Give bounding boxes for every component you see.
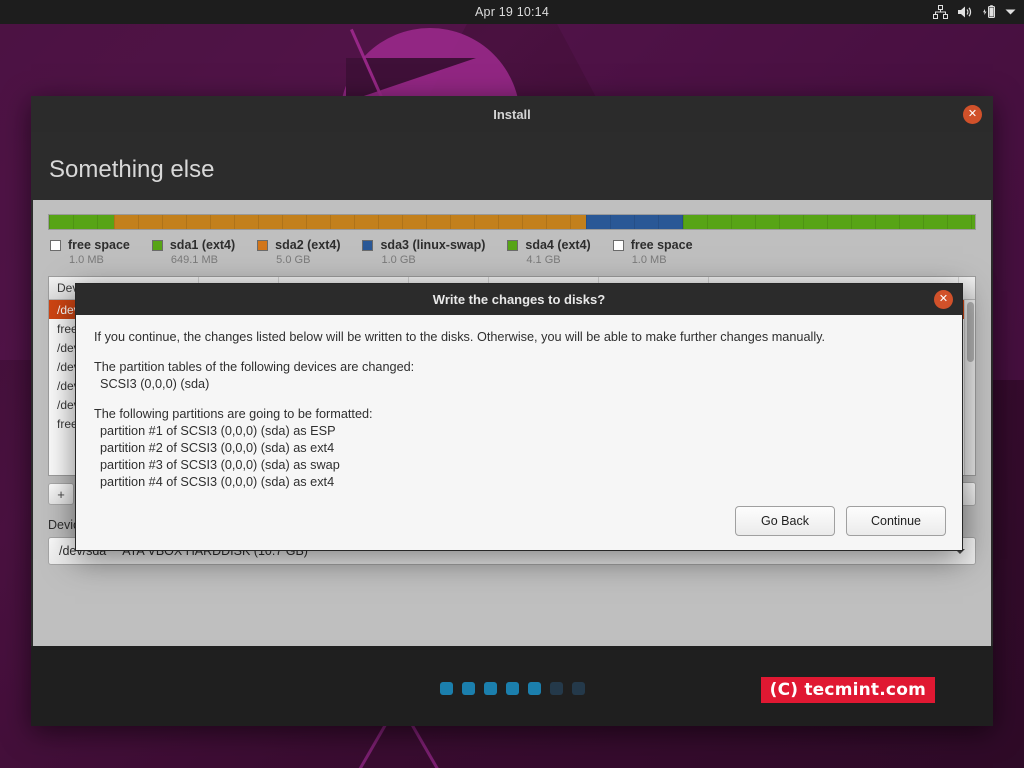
top-panel: Apr 19 10:14: [0, 0, 1024, 24]
legend-swatch-icon: [257, 239, 269, 251]
legend-size: 5.0 GB: [276, 254, 311, 266]
write-changes-dialog: Write the changes to disks? ✕ If you con…: [75, 283, 963, 551]
progress-dot: [461, 682, 475, 695]
battery-icon[interactable]: [982, 5, 996, 19]
installer-footer: (C) tecmint.com: [31, 646, 993, 726]
window-titlebar: Install ✕: [31, 96, 993, 132]
legend-label: sda2 (ext4): [275, 238, 341, 252]
dialog-format-item: partition #1 of SCSI3 (0,0,0) (sda) as E…: [100, 424, 336, 438]
legend-label: sda3 (linux-swap): [380, 238, 486, 252]
dialog-body: If you continue, the changes listed belo…: [76, 315, 962, 491]
dialog-format-item: partition #2 of SCSI3 (0,0,0) (sda) as e…: [100, 441, 335, 455]
progress-dot: [505, 682, 519, 695]
legend-swatch-icon: [612, 239, 624, 251]
page-title: Something else: [49, 156, 215, 183]
dialog-titlebar: Write the changes to disks? ✕: [76, 284, 962, 315]
partition-legend: free space 1.0 MB sda1 (ext4) 649.1 MB sda2 …: [48, 238, 976, 266]
dialog-format-item: partition #3 of SCSI3 (0,0,0) (sda) as s…: [100, 458, 340, 472]
progress-dot: [549, 682, 563, 695]
legend-swatch-icon: [362, 239, 374, 251]
legend-swatch-icon: [507, 239, 519, 251]
dialog-tables-heading: The partition tables of the following de…: [94, 360, 415, 374]
dialog-format-list: partition #1 of SCSI3 (0,0,0) (sda) as E…: [94, 423, 944, 491]
dialog-tables-list: SCSI3 (0,0,0) (sda): [94, 376, 944, 393]
partition-segment-sda1: [49, 215, 114, 229]
dialog-format-item: partition #4 of SCSI3 (0,0,0) (sda) as e…: [100, 475, 335, 489]
legend-item: free space 1.0 MB: [50, 238, 130, 266]
legend-size: 1.0 MB: [631, 254, 667, 266]
legend-size: 4.1 GB: [526, 254, 561, 266]
dialog-action-buttons: Go Back Continue: [735, 506, 946, 536]
dialog-table-item: SCSI3 (0,0,0) (sda): [100, 377, 210, 391]
progress-dot: [571, 682, 585, 695]
legend-size: 649.1 MB: [170, 254, 218, 266]
window-title: Install: [493, 106, 531, 122]
partition-segment-sda3: [586, 215, 684, 229]
dropdown-icon[interactable]: [1005, 8, 1016, 16]
dialog-close-icon[interactable]: ✕: [934, 290, 953, 309]
partition-usage-bar: [48, 214, 976, 230]
legend-item: sda3 (linux-swap) 1.0 GB: [362, 238, 485, 266]
panel-clock[interactable]: Apr 19 10:14: [0, 5, 1024, 19]
add-partition-button[interactable]: +: [48, 483, 74, 505]
legend-item: sda4 (ext4) 4.1 GB: [507, 238, 591, 266]
dialog-intro-text: If you continue, the changes listed belo…: [94, 330, 826, 344]
legend-size: 1.0 GB: [381, 254, 416, 266]
legend-label: free space: [630, 238, 693, 252]
legend-label: sda1 (ext4): [169, 238, 236, 252]
dialog-title: Write the changes to disks?: [432, 292, 606, 307]
progress-dot: [483, 682, 497, 695]
legend-item: free space 1.0 MB: [612, 238, 693, 266]
volume-icon[interactable]: [957, 5, 973, 19]
continue-button[interactable]: Continue: [846, 506, 946, 536]
panel-indicators: [933, 0, 1016, 24]
watermark: (C) tecmint.com: [760, 677, 935, 703]
progress-dot: [527, 682, 541, 695]
close-icon[interactable]: ✕: [963, 105, 982, 124]
partition-segment-sda4: [683, 215, 975, 229]
network-icon[interactable]: [933, 5, 948, 19]
legend-item: sda1 (ext4) 649.1 MB: [151, 238, 236, 266]
legend-item: sda2 (ext4) 5.0 GB: [257, 238, 340, 266]
legend-swatch-icon: [50, 239, 61, 251]
progress-dot: [439, 682, 453, 695]
legend-size: 1.0 MB: [69, 254, 104, 266]
legend-label: free space: [68, 238, 130, 252]
go-back-button[interactable]: Go Back: [735, 506, 835, 536]
dialog-format-heading: The following partitions are going to be…: [94, 407, 373, 421]
legend-label: sda4 (ext4): [525, 238, 591, 252]
partition-segment-sda2: [113, 215, 587, 229]
scrollbar-thumb[interactable]: [967, 302, 974, 362]
legend-swatch-icon: [151, 239, 163, 251]
table-scrollbar[interactable]: [964, 300, 975, 475]
